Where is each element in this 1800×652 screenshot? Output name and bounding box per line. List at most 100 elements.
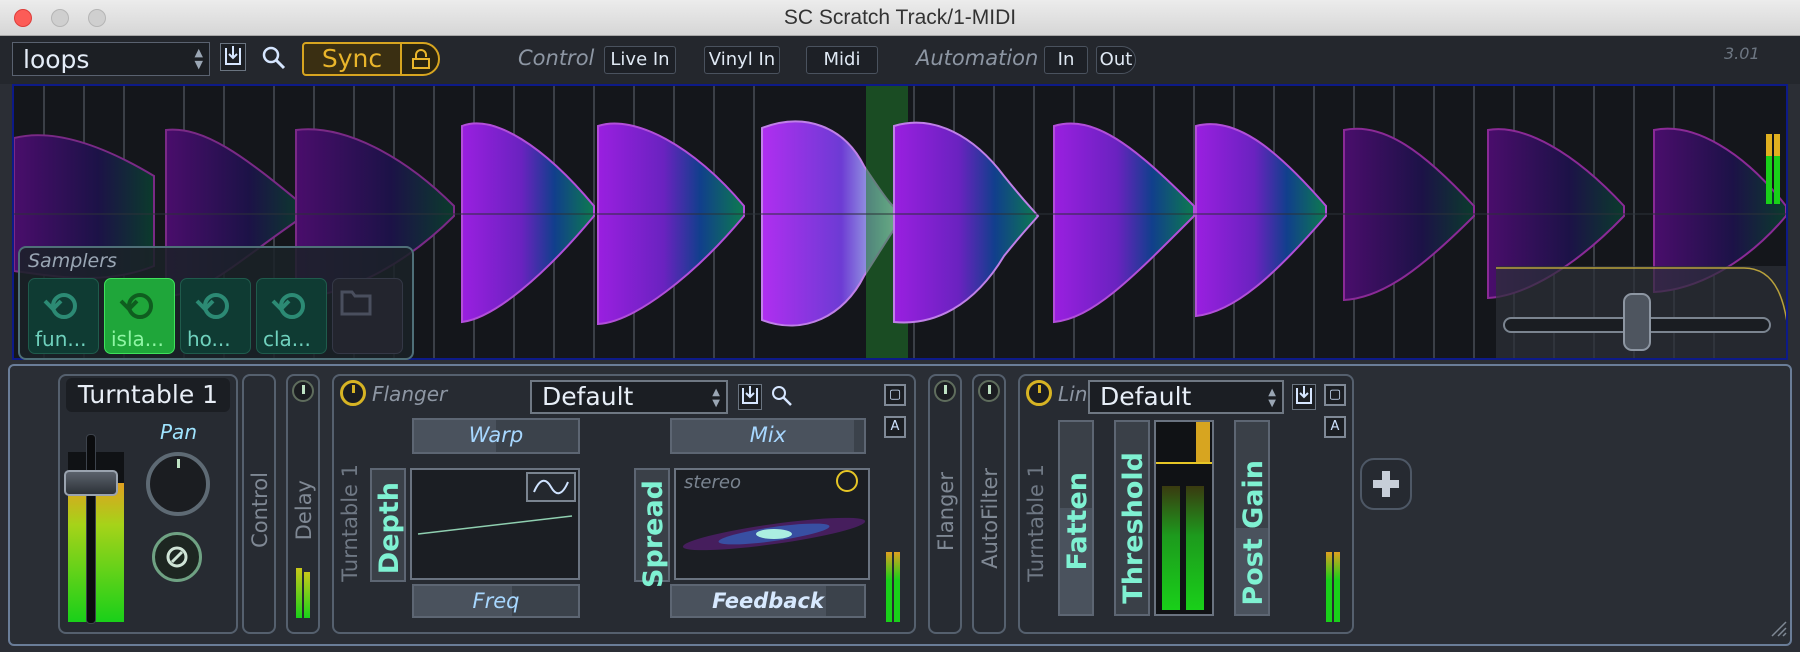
flanger-expand-icon[interactable]: ▢ [884,384,906,406]
cue-icon [166,546,188,568]
sync-lock-button[interactable] [400,42,440,76]
limiter-expand-icon[interactable]: ▢ [1324,384,1346,406]
select-arrows-icon: ▲ ▼ [1268,387,1276,409]
limiter-preset-value: Default [1100,382,1192,411]
flanger-strip-power-knob[interactable] [934,380,956,402]
feedback-slider[interactable]: Feedback [670,584,866,618]
fatten-label: Fatten [1062,472,1093,571]
warp-label: Warp [468,423,524,447]
sampler-slot-4[interactable]: cla... [256,278,327,354]
sampler-slot-empty[interactable] [332,278,403,354]
control-strip-label: Control [248,472,272,548]
plus-icon [1373,471,1399,497]
post-gain-label: Post Gain [1238,460,1269,606]
warp-slider[interactable]: Warp [412,418,580,454]
select-arrows-icon: ▲ ▼ [712,387,720,409]
spread-label: Spread [638,480,669,588]
zoom-slider-thumb[interactable] [1623,293,1651,351]
loop-icon [195,293,229,319]
sampler-slot-label: fun... [35,327,87,351]
limiter-side-label: Turntable 1 [1024,464,1048,582]
save-icon[interactable] [220,43,246,71]
limiter-meter-in [1162,486,1180,610]
flanger-search-icon[interactable] [770,384,794,412]
flanger-a-button[interactable]: A [884,416,906,438]
control-label: Control [518,46,595,70]
limiter-title: Lin [1058,382,1088,406]
loop-icon [43,293,77,319]
mix-label: Mix [749,423,787,447]
lfo-shape-button[interactable] [526,472,576,502]
volume-fader-track[interactable] [86,434,96,624]
add-effect-button[interactable] [1360,458,1412,510]
threshold-label: Threshold [1118,452,1149,604]
resize-grip-icon[interactable] [1768,618,1788,642]
samplers-title: Samplers [28,250,117,272]
search-icon[interactable] [260,44,288,72]
turntable-name: Turntable 1 [66,378,230,412]
live-in-button[interactable]: Live In [604,46,676,74]
depth-label: Depth [374,482,405,575]
vinyl-in-button[interactable]: Vinyl In [704,46,780,74]
flanger-save-icon[interactable] [738,384,762,410]
stereo-label: stereo [684,472,741,493]
sampler-slot-label: isla... [111,327,164,351]
sampler-slot-3[interactable]: ho... [180,278,251,354]
sine-wave-icon [533,479,569,495]
limiter-power-knob[interactable] [1026,380,1052,406]
autofilter-strip[interactable]: AutoFilter [972,374,1006,634]
threshold-line [1156,462,1212,464]
turntable-panel: Turntable 1 Pan [58,374,238,634]
sampler-slot-1[interactable]: fun... [28,278,99,354]
cue-button[interactable] [152,532,202,582]
depth-slider[interactable]: Depth [370,468,406,582]
spread-slider[interactable]: Spread [634,468,670,588]
automation-out-button[interactable]: Out [1096,46,1136,74]
flanger-preset-value: Default [542,382,634,411]
fatten-slider[interactable]: Fatten [1058,420,1094,616]
loop-select[interactable]: loops ▲ ▼ [12,42,210,76]
effects-rack: Turntable 1 Pan Control Delay Flanger De… [8,364,1792,646]
flanger-strip[interactable]: Flanger [928,374,962,634]
delay-meter-r [304,572,310,618]
loop-icon [119,293,153,319]
flanger-meter-r [894,552,900,622]
limiter-save-icon[interactable] [1292,384,1316,410]
scope-target-icon [836,470,858,492]
flanger-preset-select[interactable]: Default ▲ ▼ [530,380,728,414]
flanger-panel: Flanger Default ▲ ▼ ▢ A Turntable 1 Warp … [332,374,916,634]
limiter-meter-out [1186,486,1204,610]
automation-in-button[interactable]: In [1044,46,1088,74]
delay-power-knob[interactable] [292,380,314,402]
midi-button[interactable]: Midi [806,46,878,74]
window-title: SC Scratch Track/1-MIDI [783,6,1017,29]
gain-reduction-bar [1196,422,1210,462]
delay-meter-l [296,568,302,618]
limiter-out-meter-l [1326,552,1332,622]
flanger-title: Flanger [372,382,448,406]
sampler-slot-2[interactable]: isla... [104,278,175,354]
folder-icon [340,290,372,316]
autofilter-power-knob[interactable] [978,380,1000,402]
delay-strip[interactable]: Delay [286,374,320,634]
freq-label: Freq [472,589,520,613]
limiter-preset-select[interactable]: Default ▲ ▼ [1088,380,1284,414]
sampler-slot-label: ho... [187,327,231,351]
top-control-bar: loops ▲ ▼ Sync Control Live In Vinyl In M… [0,36,1800,84]
sync-button[interactable]: Sync [302,42,402,76]
flanger-xy-pad[interactable] [410,468,580,580]
pan-label: Pan [160,420,197,444]
loop-icon [271,293,305,319]
control-strip[interactable]: Control [242,374,276,634]
threshold-slider[interactable]: Threshold [1114,420,1150,616]
volume-fader-thumb[interactable] [64,470,118,496]
limiter-a-button[interactable]: A [1324,416,1346,438]
pan-knob[interactable] [146,452,210,516]
select-arrows-icon: ▲ ▼ [194,46,203,71]
limiter-panel: Lin Default ▲ ▼ ▢ A Turntable 1 Fatten Th… [1018,374,1354,634]
freq-slider[interactable]: Freq [412,584,580,618]
flanger-meter-l [886,552,892,622]
flanger-power-knob[interactable] [340,380,366,406]
post-gain-slider[interactable]: Post Gain [1234,420,1270,616]
mix-slider[interactable]: Mix [670,418,866,454]
